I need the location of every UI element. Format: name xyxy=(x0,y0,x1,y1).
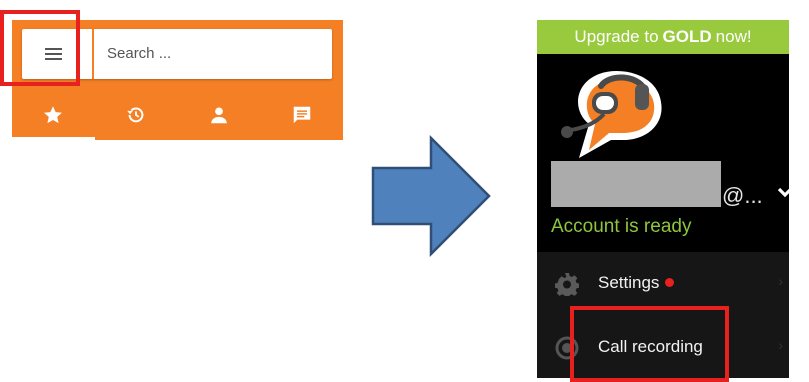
notification-badge xyxy=(665,278,675,288)
chevron-down-icon[interactable] xyxy=(777,187,789,199)
upgrade-banner[interactable]: Upgrade to GOLD now! xyxy=(537,20,789,54)
redacted-username xyxy=(551,161,721,207)
tab-history[interactable] xyxy=(95,90,178,140)
account-email-suffix: @... xyxy=(722,183,763,208)
search-divider xyxy=(92,29,94,79)
message-icon xyxy=(293,106,310,124)
menu-item-settings[interactable]: Settings › xyxy=(537,252,789,312)
account-status: Account is ready xyxy=(551,216,692,237)
app-logo xyxy=(561,71,662,158)
arrow-right-icon xyxy=(371,135,491,257)
tab-bar xyxy=(12,90,343,140)
search-input[interactable]: Search ... xyxy=(107,45,171,62)
history-icon xyxy=(127,107,144,123)
person-icon xyxy=(211,107,227,124)
tab-favorites[interactable] xyxy=(12,90,95,140)
highlight-menu-button xyxy=(0,10,80,86)
menu-label-settings: Settings xyxy=(598,273,675,293)
upgrade-text-gold: GOLD xyxy=(662,27,712,46)
chevron-right-icon: › xyxy=(778,337,783,353)
star-icon xyxy=(44,106,63,124)
highlight-call-recording xyxy=(570,306,729,382)
tab-messages[interactable] xyxy=(260,90,343,140)
tab-contacts[interactable] xyxy=(178,90,261,140)
gear-icon xyxy=(555,273,579,296)
upgrade-text-prefix: Upgrade to xyxy=(574,27,659,46)
upgrade-text-suffix: now! xyxy=(715,27,752,46)
chevron-right-icon: › xyxy=(778,273,783,289)
